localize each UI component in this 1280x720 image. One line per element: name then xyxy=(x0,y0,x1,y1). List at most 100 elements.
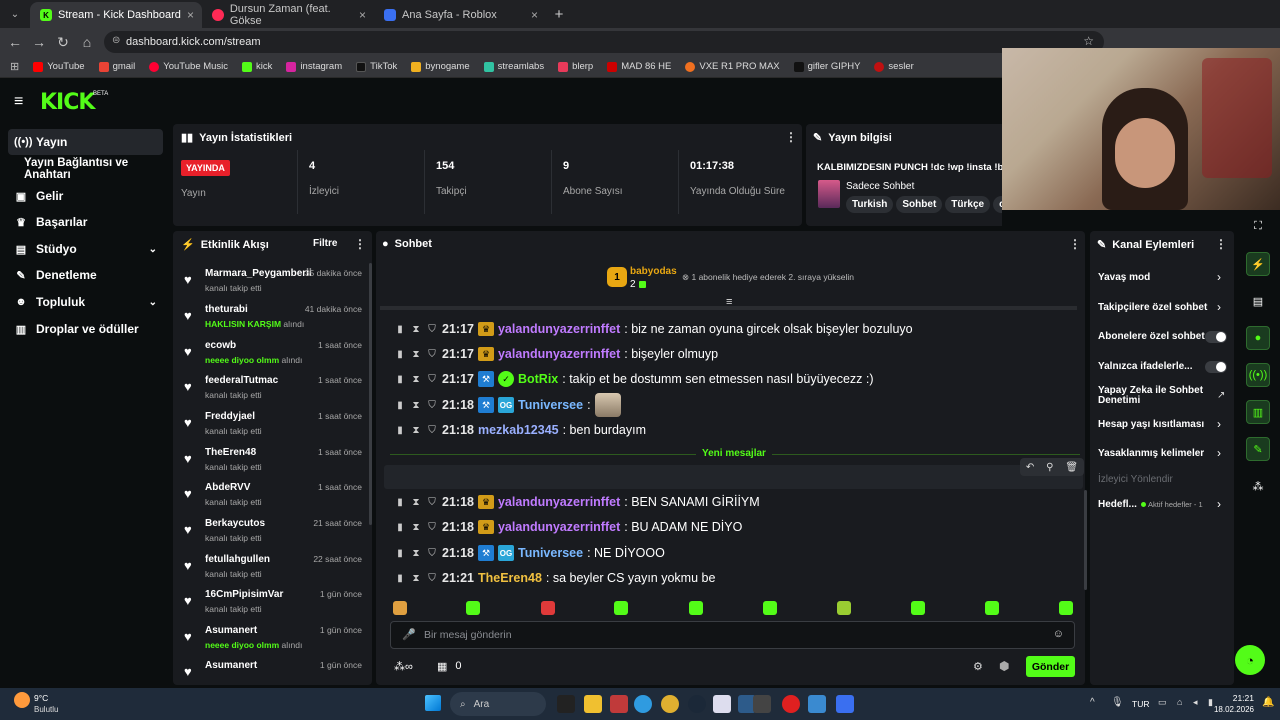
apps-grid-icon[interactable]: ⊞ xyxy=(10,60,19,73)
message-username[interactable]: TheEren48 xyxy=(478,571,542,585)
filter-button[interactable]: Filtre xyxy=(313,238,337,249)
taskbar-search[interactable]: ⌕ Ara xyxy=(450,692,546,716)
activity-username[interactable]: Marmara_Peygamberii xyxy=(205,268,312,279)
language-indicator[interactable]: TUR xyxy=(1132,699,1149,709)
emotes-only-toggle[interactable] xyxy=(1205,361,1227,373)
activity-item[interactable]: ♥ theturabi HAKLISIN KARŞIM alındı 41 dakik… xyxy=(182,303,364,339)
timeout-icon[interactable]: ⧗ xyxy=(410,548,422,559)
external-link-icon[interactable]: ↗ xyxy=(1217,390,1225,401)
chat-icon[interactable]: ● xyxy=(1246,326,1270,350)
chevron-right-icon[interactable]: › xyxy=(1217,300,1221,314)
file-explorer-icon[interactable] xyxy=(584,695,602,713)
windows-start-icon[interactable] xyxy=(425,695,441,711)
hamburger-menu-icon[interactable]: ≡ xyxy=(14,93,23,111)
emote-icon[interactable] xyxy=(763,601,777,615)
activity-username[interactable]: 16CmPipisimVar xyxy=(205,589,283,600)
timeout-icon[interactable]: ⧗ xyxy=(410,425,422,436)
notifications-icon[interactable]: 🔔 xyxy=(1262,697,1274,708)
activity-item[interactable]: ♥ Marmara_Peygamberii kanalı takip etti 35 … xyxy=(182,267,364,303)
chevron-right-icon[interactable]: › xyxy=(1217,497,1221,511)
action-followers-only[interactable]: Takipçilere özel sohbet xyxy=(1098,302,1228,313)
wrench-icon[interactable]: ✎ xyxy=(1246,437,1270,461)
activity-username[interactable]: Asumanert xyxy=(205,625,257,636)
chevron-right-icon[interactable]: › xyxy=(1217,270,1221,284)
sidebar-item-gelir[interactable]: ▣ Gelir xyxy=(8,183,163,209)
reload-icon[interactable]: ↻ xyxy=(51,34,75,51)
activity-username[interactable]: theturabi xyxy=(205,304,248,315)
stats-more-icon[interactable]: ⋮ xyxy=(785,130,797,144)
activity-item[interactable]: ♥ Asumanert neeee diyoo olmm alındı 1 gün ö… xyxy=(182,624,364,660)
tab-search-icon[interactable]: ⌄ xyxy=(0,9,30,20)
back-icon[interactable]: ← xyxy=(3,34,27,50)
message-username[interactable]: yalandunyazerrinffet xyxy=(498,347,620,361)
message-username[interactable]: mezkab12345 xyxy=(478,423,559,437)
activity-item[interactable]: ♥ Freddyjael kanalı takip etti 1 saat önce xyxy=(182,410,364,446)
kick-logo[interactable]: KICK xyxy=(40,90,95,115)
send-button[interactable]: Gönder xyxy=(1026,656,1075,677)
bookmark-star-icon[interactable]: ☆ xyxy=(1083,34,1094,48)
steam-icon[interactable] xyxy=(688,695,706,713)
chat-message[interactable]: ▮ ⧗ ⛉ 21:21 TheEren48: sa beyler CS yayın yo… xyxy=(394,568,715,588)
bookmark-youtube[interactable]: YouTube xyxy=(33,61,85,72)
activity-more-icon[interactable]: ⋮ xyxy=(354,237,366,251)
mic-tray-icon[interactable]: 🎙 xyxy=(1111,697,1124,708)
tag[interactable]: Türkçe xyxy=(945,196,991,213)
task-view-icon[interactable] xyxy=(557,695,575,713)
emote-icon[interactable] xyxy=(393,601,407,615)
tab-roblox[interactable]: Ana Sayfa - Roblox × xyxy=(374,2,546,28)
timeout-icon[interactable]: ⧗ xyxy=(410,374,422,385)
timeout-icon[interactable]: ⧗ xyxy=(410,324,422,335)
bookmark-mad86[interactable]: MAD 86 HE xyxy=(607,61,671,72)
message-username[interactable]: Tuniversee xyxy=(518,546,583,560)
chat-message[interactable]: ▮ ⧗ ⛉ 21:17 ♛ yalandunyazerrinffet: bişeyler … xyxy=(394,344,718,364)
roblox-icon[interactable] xyxy=(836,695,854,713)
chat-message[interactable]: ▮ ⧗ ⛉ 21:17 ♛ yalandunyazerrinffet: biz ne za… xyxy=(394,319,913,339)
ban-icon[interactable]: ⛉ xyxy=(426,573,438,584)
chrome-icon[interactable] xyxy=(661,695,679,713)
delete-message-icon[interactable]: ▮ xyxy=(394,548,406,559)
broadcast-icon[interactable]: ((•)) xyxy=(1246,363,1270,387)
emote-icon[interactable] xyxy=(614,601,628,615)
message-username[interactable]: Tuniversee xyxy=(518,398,583,412)
message-username[interactable]: yalandunyazerrinffet xyxy=(498,520,620,534)
delete-message-icon[interactable]: ▮ xyxy=(394,374,406,385)
bookmark-tiktok[interactable]: TikTok xyxy=(356,61,397,72)
activity-username[interactable]: Berkaycutos xyxy=(205,518,265,529)
sidebar-item-studyo[interactable]: ▤ Stüdyo ⌄ xyxy=(8,236,163,262)
message-username[interactable]: BotRix xyxy=(518,372,558,386)
delete-message-icon[interactable]: ▮ xyxy=(394,522,406,533)
activity-username[interactable]: Asumanert xyxy=(205,660,257,671)
timeout-icon[interactable]: ⧗ xyxy=(410,573,422,584)
emote-icon[interactable] xyxy=(837,601,851,615)
chat-settings-icon[interactable]: ⚙ xyxy=(973,660,983,673)
ban-icon[interactable]: ⛉ xyxy=(426,425,438,436)
chat-message[interactable]: ▮ ⧗ ⛉ 21:18 ⚒ OG Tuniversee: xyxy=(394,393,621,417)
ban-icon[interactable]: ⛉ xyxy=(426,522,438,533)
timeout-icon[interactable]: ⧗ xyxy=(410,349,422,360)
emote-icon[interactable] xyxy=(985,601,999,615)
actions-more-icon[interactable]: ⋮ xyxy=(1215,237,1227,251)
forward-icon[interactable]: → xyxy=(27,34,51,50)
chat-input[interactable]: 🎤 Bir mesaj gönderin ☺ xyxy=(390,621,1075,649)
ban-icon[interactable]: ⛉ xyxy=(426,400,438,411)
action-banned-words[interactable]: Yasaklanmış kelimeler xyxy=(1098,448,1228,459)
emote-icon[interactable] xyxy=(541,601,555,615)
activity-username[interactable]: AbdeRVV xyxy=(205,482,250,493)
ban-icon[interactable]: ⛉ xyxy=(426,349,438,360)
sidebar-item-yayin[interactable]: ((•)) Yayın xyxy=(8,129,163,155)
app-icon[interactable] xyxy=(808,695,826,713)
bookmark-kick[interactable]: kick xyxy=(242,61,272,72)
tab-close-icon[interactable]: × xyxy=(359,8,366,22)
epic-games-icon[interactable] xyxy=(753,695,771,713)
stream-category[interactable]: Sadece Sohbet xyxy=(846,181,914,192)
chat-scrollbar[interactable] xyxy=(1084,490,1087,590)
user-card-icon[interactable]: ⬢ xyxy=(999,659,1009,673)
bookmark-giphy[interactable]: gifler GIPHY xyxy=(793,61,860,72)
site-info-icon[interactable]: ⊜ xyxy=(112,35,120,46)
timeout-icon[interactable]: ⧗ xyxy=(410,400,422,411)
chat-message[interactable]: ▮ ⧗ ⛉ 21:18 ⚒ OG Tuniversee: NE DİYOOO xyxy=(394,543,665,563)
message-username[interactable]: yalandunyazerrinffet xyxy=(498,495,620,509)
notes-icon[interactable]: ▤ xyxy=(1246,289,1270,313)
bookmark-gmail[interactable]: gmail xyxy=(98,61,135,72)
activity-username[interactable]: feederalTutmac xyxy=(205,375,278,386)
